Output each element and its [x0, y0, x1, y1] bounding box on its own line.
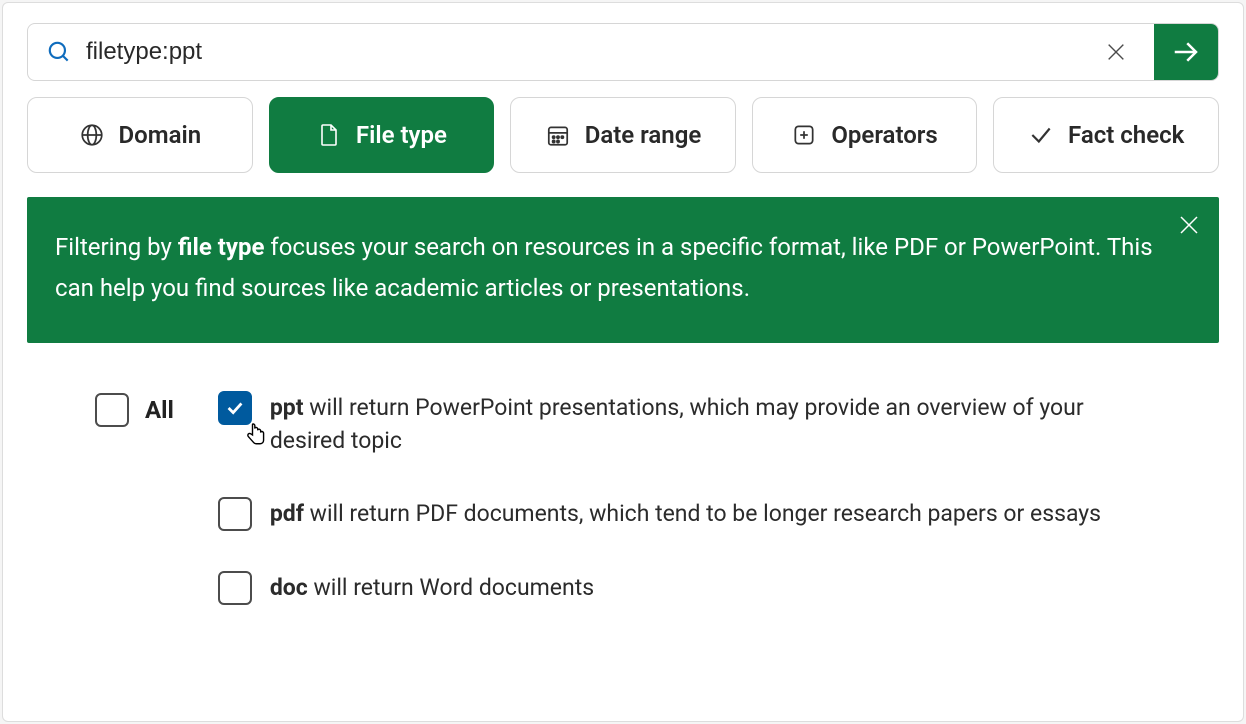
check-icon	[1028, 122, 1054, 148]
option-doc-key: doc	[270, 574, 308, 601]
calendar-icon	[545, 122, 571, 148]
filter-daterange[interactable]: Date range	[510, 97, 736, 173]
option-doc: doc will return Word documents	[218, 571, 1187, 605]
option-ppt-key: ppt	[270, 394, 304, 421]
checkbox-all[interactable]	[95, 393, 129, 427]
option-pdf-key: pdf	[270, 500, 304, 527]
banner-bold: file type	[178, 233, 265, 261]
option-doc-rest: will return Word documents	[308, 574, 594, 601]
filter-factcheck-label: Fact check	[1068, 121, 1184, 149]
globe-icon	[79, 122, 105, 148]
all-group: All	[95, 393, 174, 427]
option-pdf-rest: will return PDF documents, which tend to…	[304, 500, 1101, 527]
option-doc-text: doc will return Word documents	[270, 571, 594, 604]
search-input[interactable]	[86, 38, 1078, 66]
option-ppt: ppt will return PowerPoint presentations…	[218, 391, 1187, 458]
filter-row: Domain File type	[27, 97, 1219, 173]
filetype-options: All ppt will return PowerPoint presentat…	[27, 343, 1219, 626]
filter-factcheck[interactable]: Fact check	[993, 97, 1219, 173]
plus-box-icon	[791, 122, 817, 148]
option-pdf-text: pdf will return PDF documents, which ten…	[270, 497, 1101, 530]
search-panel: Domain File type	[2, 2, 1244, 722]
search-bar	[27, 23, 1219, 81]
filter-operators[interactable]: Operators	[752, 97, 978, 173]
banner-prefix: Filtering by	[55, 233, 178, 261]
submit-search-button[interactable]	[1154, 24, 1218, 80]
clear-search-button[interactable]	[1092, 24, 1140, 80]
filter-domain-label: Domain	[119, 121, 202, 149]
filter-filetype[interactable]: File type	[269, 97, 495, 173]
search-icon	[46, 39, 72, 65]
arrow-right-icon	[1171, 37, 1201, 67]
info-banner-text: Filtering by file type focuses your sear…	[55, 227, 1191, 309]
option-ppt-text: ppt will return PowerPoint presentations…	[270, 391, 1140, 458]
cursor-pointer-icon	[242, 421, 270, 449]
filter-filetype-label: File type	[356, 121, 447, 149]
check-icon	[224, 397, 246, 419]
close-icon	[1177, 213, 1201, 237]
options-list: ppt will return PowerPoint presentations…	[218, 391, 1187, 606]
close-icon	[1105, 41, 1127, 63]
file-icon	[316, 122, 342, 148]
info-banner: Filtering by file type focuses your sear…	[27, 197, 1219, 343]
filter-domain[interactable]: Domain	[27, 97, 253, 173]
checkbox-ppt[interactable]	[218, 391, 252, 425]
all-label: All	[145, 396, 174, 424]
checkbox-doc[interactable]	[218, 571, 252, 605]
filter-daterange-label: Date range	[585, 121, 702, 149]
option-pdf: pdf will return PDF documents, which ten…	[218, 497, 1187, 531]
checkbox-pdf[interactable]	[218, 497, 252, 531]
option-ppt-rest: will return PowerPoint presentations, wh…	[270, 394, 1084, 454]
filter-operators-label: Operators	[831, 121, 937, 149]
dismiss-banner-button[interactable]	[1175, 211, 1203, 239]
